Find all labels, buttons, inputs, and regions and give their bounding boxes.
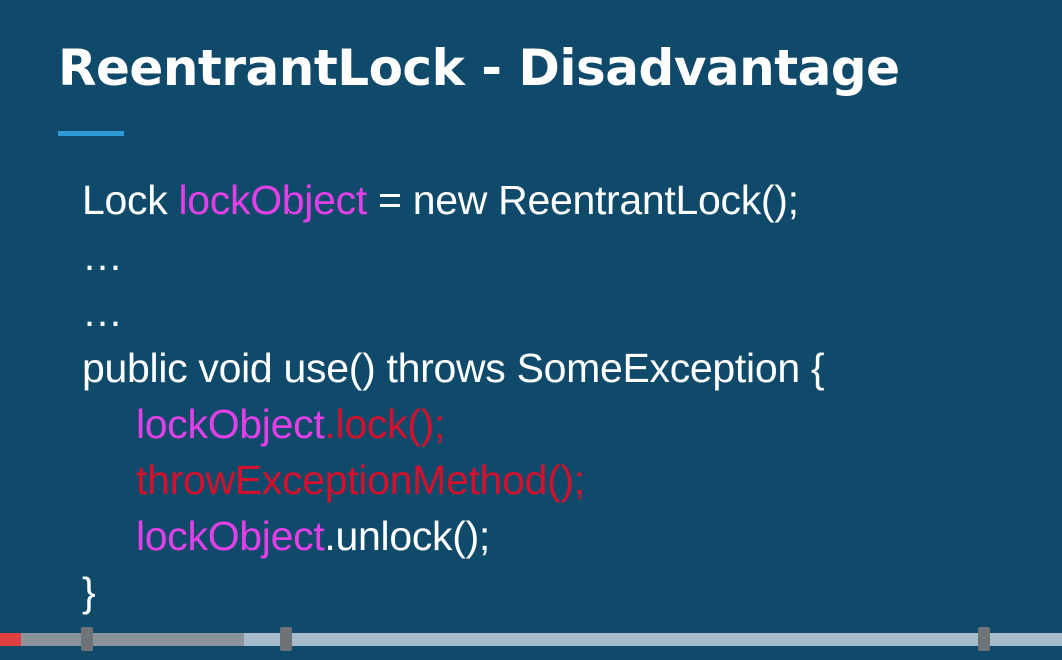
chapter-marker[interactable] [81, 627, 93, 651]
code-type: Lock [82, 177, 179, 223]
code-lock-call: .lock(); [324, 401, 446, 447]
progress-buffered [0, 633, 244, 646]
code-line-throw: throwExceptionMethod(); [136, 457, 585, 503]
code-line-closing-brace: } [82, 569, 96, 615]
code-line-ellipsis-2: … [82, 289, 123, 335]
chapter-marker[interactable] [280, 627, 292, 651]
slide: ReentrantLock - Disadvantage Lock lockOb… [0, 0, 1062, 660]
code-variable: lockObject [178, 177, 368, 223]
chapter-marker[interactable] [978, 627, 990, 651]
title-underline [58, 131, 124, 136]
code-variable: lockObject [136, 513, 325, 559]
code-block: Lock lockObject = new ReentrantLock(); …… [82, 172, 825, 620]
progress-played [0, 633, 21, 646]
code-line-declaration: Lock lockObject = new ReentrantLock(); [82, 172, 824, 228]
code-line-method-signature: public void use() throws SomeException { [82, 345, 825, 391]
code-line-lock: lockObject.lock(); [82, 396, 824, 452]
code-variable: lockObject [136, 401, 325, 447]
code-assignment: = new ReentrantLock(); [366, 177, 799, 223]
video-progress-bar[interactable] [0, 627, 1062, 651]
code-line-unlock: lockObject.unlock(); [82, 508, 824, 564]
code-unlock-call: .unlock(); [324, 513, 491, 559]
slide-title: ReentrantLock - Disadvantage [58, 39, 900, 97]
code-line-ellipsis-1: … [82, 233, 123, 279]
